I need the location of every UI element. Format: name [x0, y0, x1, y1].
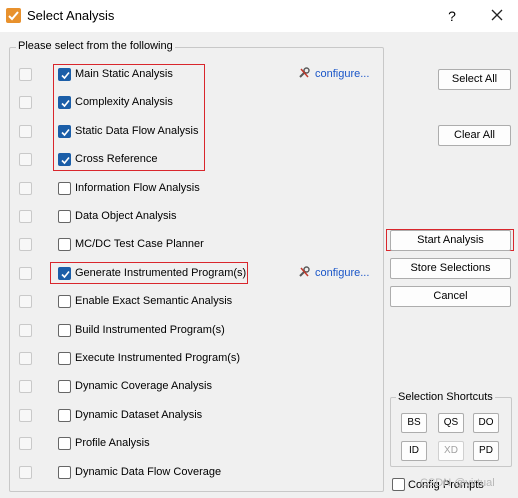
- option-disabled-checkbox: [19, 182, 32, 195]
- option-label[interactable]: Dynamic Dataset Analysis: [75, 409, 202, 421]
- option-row: Dynamic Dataset Analysis: [0, 406, 384, 426]
- option-row: Information Flow Analysis: [0, 179, 384, 199]
- option-label[interactable]: Dynamic Coverage Analysis: [75, 380, 212, 392]
- close-button[interactable]: [486, 6, 508, 26]
- option-disabled-checkbox: [19, 267, 32, 280]
- option-row: Build Instrumented Program(s): [0, 321, 384, 341]
- shortcut-id-button[interactable]: ID: [401, 441, 427, 461]
- option-checkbox[interactable]: [58, 238, 71, 251]
- watermark: CSDN @virtual: [420, 477, 495, 489]
- option-disabled-checkbox: [19, 295, 32, 308]
- config-prompts-checkbox[interactable]: [392, 478, 405, 491]
- option-checkbox[interactable]: [58, 352, 71, 365]
- tools-icon: [298, 266, 311, 281]
- configure-link[interactable]: configure...: [298, 266, 369, 281]
- option-row: Dynamic Data Flow Coverage: [0, 463, 384, 483]
- option-disabled-checkbox: [19, 352, 32, 365]
- option-disabled-checkbox: [19, 238, 32, 251]
- option-label[interactable]: Build Instrumented Program(s): [75, 324, 225, 336]
- option-disabled-checkbox: [19, 125, 32, 138]
- option-disabled-checkbox: [19, 96, 32, 109]
- option-label[interactable]: Execute Instrumented Program(s): [75, 352, 240, 364]
- selection-shortcuts-label: Selection Shortcuts: [396, 391, 495, 403]
- shortcut-xd-button: XD: [438, 441, 464, 461]
- option-label[interactable]: Data Object Analysis: [75, 210, 177, 222]
- help-button[interactable]: ?: [442, 6, 462, 26]
- shortcut-qs-button[interactable]: QS: [438, 413, 464, 433]
- configure-label: configure...: [315, 267, 370, 279]
- shortcut-do-button[interactable]: DO: [473, 413, 499, 433]
- option-label[interactable]: Information Flow Analysis: [75, 182, 200, 194]
- option-row: Execute Instrumented Program(s): [0, 349, 384, 369]
- title-bar: Select Analysis ?: [0, 0, 518, 32]
- option-disabled-checkbox: [19, 466, 32, 479]
- option-disabled-checkbox: [19, 210, 32, 223]
- option-row: Profile Analysis: [0, 434, 384, 454]
- option-label[interactable]: MC/DC Test Case Planner: [75, 238, 204, 250]
- option-disabled-checkbox: [19, 409, 32, 422]
- store-selections-button[interactable]: Store Selections: [390, 258, 511, 279]
- option-disabled-checkbox: [19, 380, 32, 393]
- option-disabled-checkbox: [19, 324, 32, 337]
- window-title: Select Analysis: [27, 8, 115, 23]
- clear-all-button[interactable]: Clear All: [438, 125, 511, 146]
- option-row: MC/DC Test Case Planner: [0, 235, 384, 255]
- option-row: Enable Exact Semantic Analysis: [0, 292, 384, 312]
- group-label: Please select from the following: [16, 40, 175, 52]
- option-checkbox[interactable]: [58, 437, 71, 450]
- option-disabled-checkbox: [19, 153, 32, 166]
- select-all-button[interactable]: Select All: [438, 69, 511, 90]
- option-checkbox[interactable]: [58, 210, 71, 223]
- option-row: Data Object Analysis: [0, 207, 384, 227]
- highlight-box-static-group: [53, 64, 205, 171]
- option-label[interactable]: Enable Exact Semantic Analysis: [75, 295, 232, 307]
- app-icon: [6, 8, 21, 23]
- tools-icon: [298, 67, 311, 82]
- option-label[interactable]: Profile Analysis: [75, 437, 150, 449]
- configure-link[interactable]: configure...: [298, 67, 369, 82]
- shortcut-bs-button[interactable]: BS: [401, 413, 427, 433]
- option-checkbox[interactable]: [58, 409, 71, 422]
- option-checkbox[interactable]: [58, 380, 71, 393]
- cancel-button[interactable]: Cancel: [390, 286, 511, 307]
- option-checkbox[interactable]: [58, 295, 71, 308]
- configure-label: configure...: [315, 68, 370, 80]
- close-icon: [491, 9, 503, 21]
- option-checkbox[interactable]: [58, 182, 71, 195]
- shortcut-pd-button[interactable]: PD: [473, 441, 499, 461]
- option-row: Dynamic Coverage Analysis: [0, 377, 384, 397]
- option-disabled-checkbox: [19, 437, 32, 450]
- option-disabled-checkbox: [19, 68, 32, 81]
- option-checkbox[interactable]: [58, 324, 71, 337]
- highlight-box-instrumented: [50, 262, 248, 284]
- start-analysis-button[interactable]: Start Analysis: [390, 230, 511, 251]
- option-label[interactable]: Dynamic Data Flow Coverage: [75, 466, 221, 478]
- option-checkbox[interactable]: [58, 466, 71, 479]
